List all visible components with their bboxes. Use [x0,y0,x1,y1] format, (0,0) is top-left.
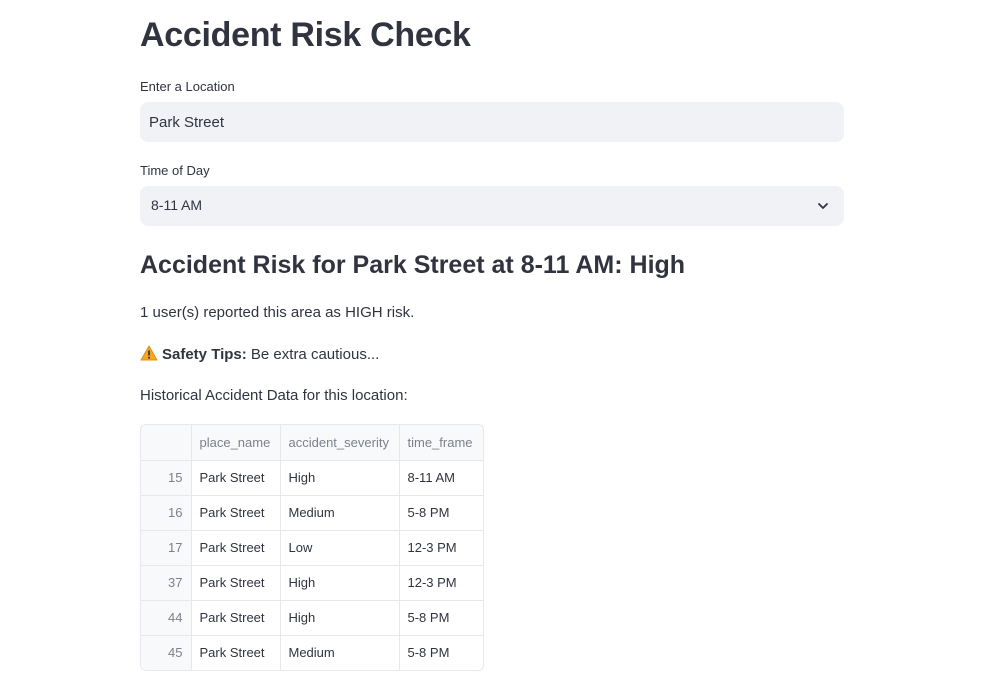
page-title: Accident Risk Check [140,16,471,54]
row-index: 37 [141,565,192,601]
history-table[interactable]: place_name accident_severity time_frame … [140,424,484,671]
table-row: 45 Park Street Medium 5-8 PM [141,635,483,670]
table-row: 17 Park Street Low 12-3 PM [141,530,483,566]
cell-accident-severity[interactable]: High [280,565,400,601]
cell-time-frame[interactable]: 12-3 PM [399,530,483,566]
cell-place-name[interactable]: Park Street [191,460,281,496]
cell-time-frame[interactable]: 5-8 PM [399,635,483,670]
cell-accident-severity[interactable]: Medium [280,635,400,670]
row-index: 16 [141,495,192,531]
column-header-index[interactable] [141,425,192,461]
chevron-down-icon [818,203,828,209]
cell-accident-severity[interactable]: Medium [280,495,400,531]
cell-accident-severity[interactable]: Low [280,530,400,566]
cell-place-name[interactable]: Park Street [191,495,281,531]
time-of-day-label: Time of Day [140,163,210,178]
location-label: Enter a Location [140,79,235,94]
table-row: 37 Park Street High 12-3 PM [141,565,483,601]
cell-time-frame[interactable]: 5-8 PM [399,600,483,636]
row-index: 45 [141,635,192,670]
time-of-day-select[interactable]: 8-11 AM [140,186,844,226]
table-row: 16 Park Street Medium 5-8 PM [141,495,483,531]
column-header-accident-severity[interactable]: accident_severity [280,425,400,461]
cell-accident-severity[interactable]: High [280,600,400,636]
table-row: 44 Park Street High 5-8 PM [141,600,483,636]
location-input[interactable] [140,102,844,142]
cell-accident-severity[interactable]: High [280,460,400,496]
cell-time-frame[interactable]: 12-3 PM [399,565,483,601]
row-index: 17 [141,530,192,566]
history-caption: Historical Accident Data for this locati… [140,387,408,404]
row-index: 44 [141,600,192,636]
column-header-place-name[interactable]: place_name [191,425,281,461]
cell-time-frame[interactable]: 8-11 AM [399,460,483,496]
safety-tips: Safety Tips: Be extra cautious... [140,345,379,363]
row-index: 15 [141,460,192,496]
table-row: 15 Park Street High 8-11 AM [141,460,483,496]
cell-place-name[interactable]: Park Street [191,635,281,670]
table-header-row: place_name accident_severity time_frame [141,425,483,461]
cell-place-name[interactable]: Park Street [191,530,281,566]
safety-tips-label: Safety Tips: [162,346,247,363]
cell-place-name[interactable]: Park Street [191,565,281,601]
reports-text: 1 user(s) reported this area as HIGH ris… [140,304,415,321]
cell-time-frame[interactable]: 5-8 PM [399,495,483,531]
safety-tips-text: Be extra cautious... [246,346,380,363]
column-header-time-frame[interactable]: time_frame [399,425,483,461]
time-of-day-selected: 8-11 AM [151,197,203,213]
cell-place-name[interactable]: Park Street [191,600,281,636]
risk-heading: Accident Risk for Park Street at 8-11 AM… [140,251,686,279]
warning-icon [140,345,158,361]
